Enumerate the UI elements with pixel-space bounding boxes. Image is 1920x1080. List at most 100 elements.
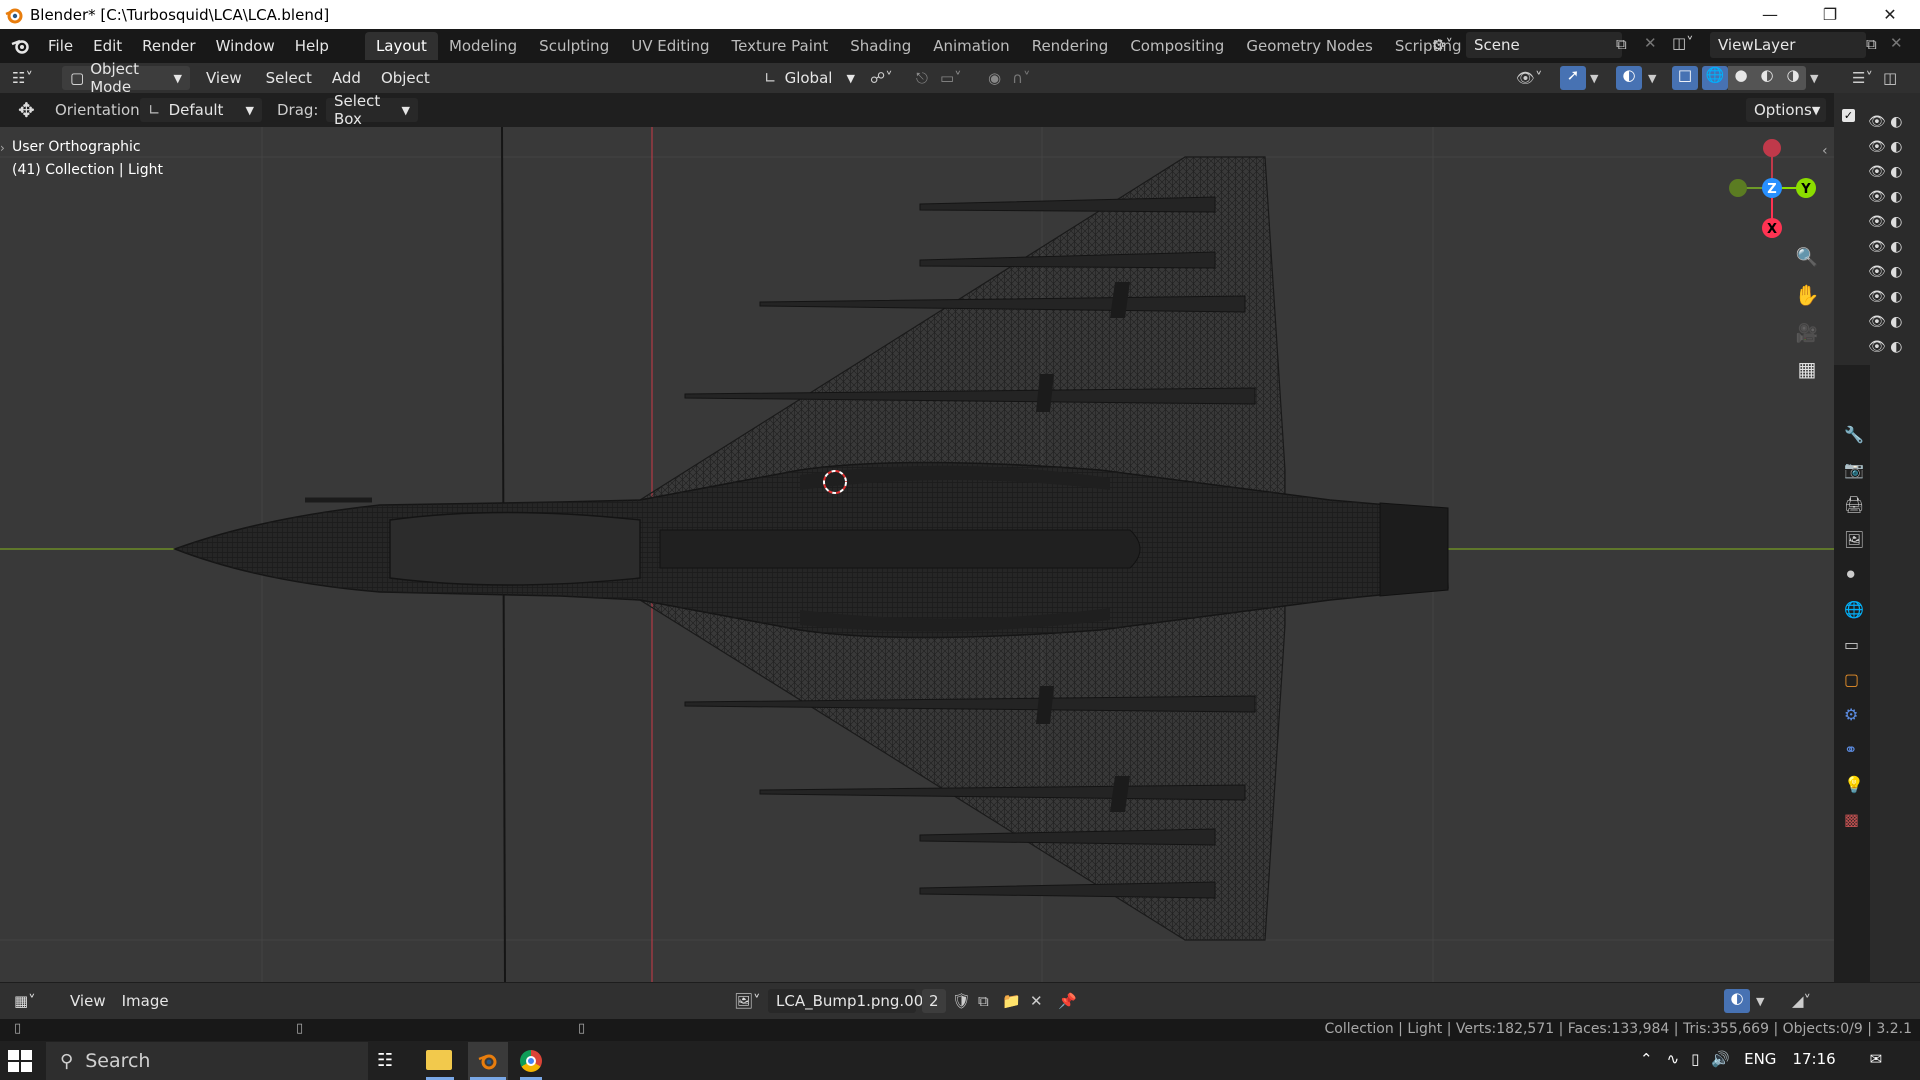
- orientation-dropdown[interactable]: ∟ Default ▼: [140, 98, 262, 122]
- navigation-gizmo[interactable]: Y Z X: [1720, 134, 1822, 244]
- texture-tab-icon[interactable]: ▩: [1844, 802, 1864, 837]
- proportional-edit-icon[interactable]: ◉: [988, 69, 1001, 87]
- close-window-button[interactable]: ✕: [1860, 0, 1920, 29]
- tab-animation[interactable]: Animation: [922, 32, 1020, 60]
- eye-icon[interactable]: 👁 ◐: [1868, 235, 1902, 260]
- volume-icon[interactable]: 🔊: [1711, 1050, 1730, 1068]
- gizmo-dropdown-icon[interactable]: ▼: [1590, 72, 1598, 85]
- delete-scene-icon[interactable]: ✕: [1644, 34, 1657, 52]
- blender-menu-icon[interactable]: [10, 37, 32, 55]
- scene-type-icon[interactable]: ⚙˅: [1432, 33, 1466, 57]
- eye-icon[interactable]: 👁 ◐: [1868, 260, 1902, 285]
- tab-rendering[interactable]: Rendering: [1021, 32, 1120, 60]
- snap-toggle-icon[interactable]: ⎋: [916, 69, 928, 87]
- tab-geometry-nodes[interactable]: Geometry Nodes: [1235, 32, 1384, 60]
- pivot-point-icon[interactable]: ☍˅: [870, 69, 893, 87]
- menu-edit[interactable]: Edit: [83, 33, 132, 59]
- file-explorer-icon[interactable]: [426, 1050, 452, 1070]
- transform-tool-icon[interactable]: ✥: [18, 98, 35, 122]
- viewport-canvas[interactable]: [0, 127, 1834, 982]
- view-layer-tab-icon[interactable]: 🖼: [1844, 522, 1864, 557]
- battery-icon[interactable]: ▯: [1691, 1050, 1699, 1068]
- image-overlay-toggle-icon[interactable]: ◐: [1724, 989, 1750, 1013]
- tab-layout[interactable]: Layout: [364, 32, 438, 60]
- checkbox-icon[interactable]: ✓: [1842, 109, 1855, 122]
- menu-render[interactable]: Render: [132, 33, 205, 59]
- falloff-icon[interactable]: ∩˅: [1012, 69, 1030, 87]
- menu-file[interactable]: File: [38, 33, 83, 59]
- tab-modeling[interactable]: Modeling: [438, 32, 528, 60]
- menu-view[interactable]: View: [198, 69, 250, 87]
- chrome-icon[interactable]: [520, 1050, 542, 1072]
- overlays-dropdown-icon[interactable]: ▼: [1648, 72, 1656, 85]
- eye-icon[interactable]: 👁 ◐: [1868, 210, 1902, 235]
- drag-dropdown[interactable]: Select Box ▼: [326, 92, 418, 128]
- eye-icon[interactable]: 👁 ◐: [1868, 185, 1902, 210]
- image-menu-view[interactable]: View: [62, 992, 114, 1010]
- restore-button[interactable]: ❐: [1800, 0, 1860, 29]
- notifications-icon[interactable]: ✉: [1870, 1050, 1883, 1068]
- overlays-toggle-icon[interactable]: ◐: [1616, 66, 1642, 90]
- image-overlay-dropdown-icon[interactable]: ▼: [1756, 995, 1764, 1008]
- solid-shading-icon[interactable]: ●: [1728, 66, 1754, 90]
- gizmo-toggle-icon[interactable]: ➚: [1560, 66, 1586, 90]
- view-layer-type-icon[interactable]: ◫˅: [1672, 34, 1694, 52]
- zoom-icon[interactable]: 🔍: [1792, 242, 1822, 272]
- outliner-filter-icon[interactable]: ◫: [1883, 69, 1897, 87]
- pin-image-icon[interactable]: 📌: [1058, 992, 1077, 1010]
- image-menu-image[interactable]: Image: [114, 992, 177, 1010]
- material-shading-icon[interactable]: ◐: [1754, 66, 1780, 90]
- tab-sculpting[interactable]: Sculpting: [528, 32, 620, 60]
- menu-window[interactable]: Window: [206, 33, 285, 59]
- outliner-editor-type-icon[interactable]: ☰˅: [1852, 69, 1873, 87]
- tab-uv-editing[interactable]: UV Editing: [620, 32, 720, 60]
- view-layer-selector[interactable]: ViewLayer: [1710, 32, 1866, 58]
- editor-type-icon[interactable]: ☷˅: [12, 69, 48, 87]
- wireframe-shading-icon[interactable]: 🌐: [1702, 66, 1728, 90]
- 3d-viewport[interactable]: › ‹: [0, 127, 1834, 982]
- image-name-field[interactable]: LCA_Bump1.png.001: [768, 989, 933, 1013]
- tool-tab-icon[interactable]: 🔧: [1844, 417, 1864, 452]
- wifi-icon[interactable]: ∿: [1667, 1050, 1680, 1068]
- image-users-count[interactable]: 2: [922, 989, 946, 1013]
- eye-icon[interactable]: 👁 ◐: [1868, 160, 1902, 185]
- image-editor-type-icon[interactable]: ▦˅: [14, 992, 54, 1010]
- shading-dropdown-icon[interactable]: ▼: [1810, 72, 1818, 85]
- unlink-image-icon[interactable]: ✕: [1030, 992, 1043, 1010]
- scene-tab-icon[interactable]: ⚫: [1844, 557, 1864, 592]
- visibility-selector-icon[interactable]: 👁˅: [1516, 69, 1543, 87]
- fake-user-shield-icon[interactable]: 🛡: [952, 992, 971, 1010]
- snap-target-icon[interactable]: ▭˅: [940, 69, 962, 87]
- clock[interactable]: 17:16: [1792, 1050, 1835, 1068]
- collection-tab-icon[interactable]: ▭: [1844, 627, 1864, 662]
- menu-object[interactable]: Object: [373, 69, 438, 87]
- object-tab-icon[interactable]: ▢: [1844, 662, 1864, 697]
- constraints-tab-icon[interactable]: ⚭: [1844, 732, 1864, 767]
- image-browse-icon[interactable]: 🖼˅: [734, 992, 761, 1010]
- transform-orientation-selector[interactable]: ∟ Global ▼: [764, 69, 855, 87]
- camera-view-icon[interactable]: 🎥: [1792, 318, 1822, 348]
- delete-view-layer-icon[interactable]: ✕: [1890, 34, 1903, 52]
- new-image-icon[interactable]: ⧉: [978, 992, 989, 1010]
- tray-expand-icon[interactable]: ⌃: [1640, 1050, 1653, 1068]
- xray-toggle-icon[interactable]: □: [1672, 66, 1698, 90]
- new-view-layer-icon[interactable]: ⧉: [1866, 35, 1877, 53]
- world-tab-icon[interactable]: 🌐: [1844, 592, 1864, 627]
- render-tab-icon[interactable]: 📷: [1844, 452, 1864, 487]
- object-data-tab-icon[interactable]: 💡: [1844, 767, 1864, 802]
- menu-add[interactable]: Add: [324, 69, 369, 87]
- scene-selector[interactable]: Scene: [1466, 32, 1622, 58]
- menu-select[interactable]: Select: [258, 69, 320, 87]
- output-tab-icon[interactable]: 🖨: [1844, 487, 1864, 522]
- toolbar-collapse-arrow-icon[interactable]: ‹: [1822, 143, 1828, 159]
- eye-icon[interactable]: 👁 ◐: [1868, 335, 1902, 360]
- eye-icon[interactable]: 👁 ◐: [1868, 285, 1902, 310]
- task-view-icon[interactable]: ☷: [377, 1050, 393, 1071]
- mode-selector[interactable]: ▢ Object Mode ▼: [62, 60, 190, 96]
- perspective-toggle-icon[interactable]: ▦: [1792, 354, 1822, 384]
- eye-icon[interactable]: 👁 ◐: [1868, 110, 1902, 135]
- modifiers-tab-icon[interactable]: ⚙: [1844, 697, 1864, 732]
- windows-start-icon[interactable]: [8, 1050, 32, 1076]
- tab-shading[interactable]: Shading: [839, 32, 922, 60]
- minimize-button[interactable]: —: [1740, 0, 1800, 29]
